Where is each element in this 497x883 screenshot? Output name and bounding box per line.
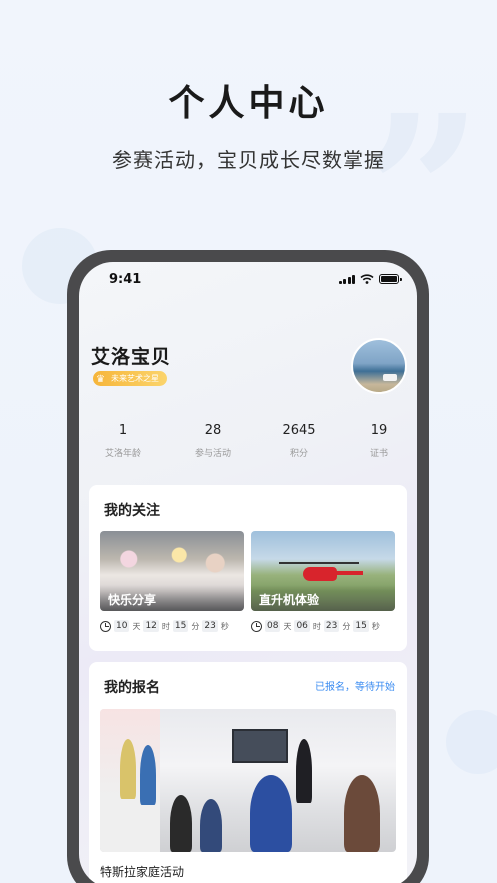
stat-value: 19 xyxy=(370,423,388,438)
profile-name: 艾洛宝贝 xyxy=(91,346,172,368)
unit-minute: 分 xyxy=(191,621,200,631)
unit-hour: 时 xyxy=(312,621,321,631)
countdown: 10 天 12 时 15 分 23 秒 xyxy=(100,620,244,632)
stat-activities[interactable]: 28 参与活动 xyxy=(187,423,239,459)
signup-event-name[interactable]: 特斯拉家庭活动 xyxy=(100,863,184,880)
phone-frame: 9:41 艾洛宝贝 ♛ 未来艺术之星 1 艾洛年龄 28 参与活动 2645 积… xyxy=(67,250,429,883)
unit-hour: 时 xyxy=(161,621,170,631)
status-time: 9:41 xyxy=(109,271,142,287)
stat-label: 积分 xyxy=(289,449,308,459)
signup-status-link[interactable]: 已报名，等待开始 xyxy=(315,678,395,693)
profile-badge-label: 未来艺术之星 xyxy=(111,374,159,383)
follow-title: 我的关注 xyxy=(104,503,160,519)
status-icons xyxy=(338,274,402,284)
clock-icon xyxy=(100,620,111,632)
stat-label: 参与活动 xyxy=(194,449,231,459)
countdown: 08 天 06 时 23 分 15 秒 xyxy=(251,620,395,632)
battery-icon xyxy=(379,274,402,284)
phone-screen: 9:41 艾洛宝贝 ♛ 未来艺术之星 1 艾洛年龄 28 参与活动 2645 积… xyxy=(79,262,417,883)
stat-certificates[interactable]: 19 证书 xyxy=(353,423,405,459)
follow-item-happy-share[interactable]: 快乐分享 10 天 12 时 15 分 23 秒 xyxy=(100,531,244,632)
clock-icon xyxy=(251,620,262,632)
unit-second: 秒 xyxy=(220,621,229,631)
signal-icon xyxy=(338,274,355,284)
crown-icon: ♛ xyxy=(96,374,105,385)
countdown-minutes: 23 xyxy=(323,620,340,632)
follow-item-label: 直升机体验 xyxy=(251,585,395,611)
stat-label: 艾洛年龄 xyxy=(104,449,141,459)
unit-day: 天 xyxy=(132,621,141,631)
wifi-icon xyxy=(360,274,374,284)
follow-image: 直升机体验 xyxy=(251,531,395,611)
follow-item-label: 快乐分享 xyxy=(100,585,244,611)
stat-age[interactable]: 1 艾洛年龄 xyxy=(97,423,149,459)
follow-image: 快乐分享 xyxy=(100,531,244,611)
unit-day: 天 xyxy=(283,621,292,631)
stat-points[interactable]: 2645 积分 xyxy=(273,423,325,459)
stat-label: 证书 xyxy=(369,449,388,459)
stat-value: 2645 xyxy=(282,423,316,438)
stat-value: 1 xyxy=(118,423,128,438)
countdown-seconds: 15 xyxy=(353,620,369,632)
promo-headline: 个人中心 xyxy=(168,83,329,124)
countdown-hours: 12 xyxy=(143,620,159,632)
countdown-seconds: 23 xyxy=(202,620,218,632)
unit-minute: 分 xyxy=(342,621,351,631)
decor-circle-right xyxy=(446,710,497,774)
countdown-hours: 06 xyxy=(294,620,310,632)
profile-badge: ♛ 未来艺术之星 xyxy=(93,371,167,386)
unit-second: 秒 xyxy=(371,621,380,631)
stat-value: 28 xyxy=(204,423,222,438)
signup-title: 我的报名 xyxy=(104,680,160,696)
promo-subline: 参赛活动，宝贝成长尽数掌握 xyxy=(112,148,385,172)
countdown-minutes: 15 xyxy=(172,620,189,632)
status-bar: 9:41 xyxy=(79,262,417,296)
signup-event-image[interactable] xyxy=(100,709,396,852)
countdown-days: 10 xyxy=(114,620,130,632)
follow-item-helicopter[interactable]: 直升机体验 08 天 06 时 23 分 15 秒 xyxy=(251,531,395,632)
signup-card: 我的报名 已报名，等待开始 特斯拉家庭活动 xyxy=(89,662,407,883)
countdown-days: 08 xyxy=(265,620,281,632)
avatar[interactable] xyxy=(351,338,407,394)
follow-card: 我的关注 快乐分享 10 天 12 时 15 分 23 秒 直升机体验 08 天… xyxy=(89,485,407,651)
